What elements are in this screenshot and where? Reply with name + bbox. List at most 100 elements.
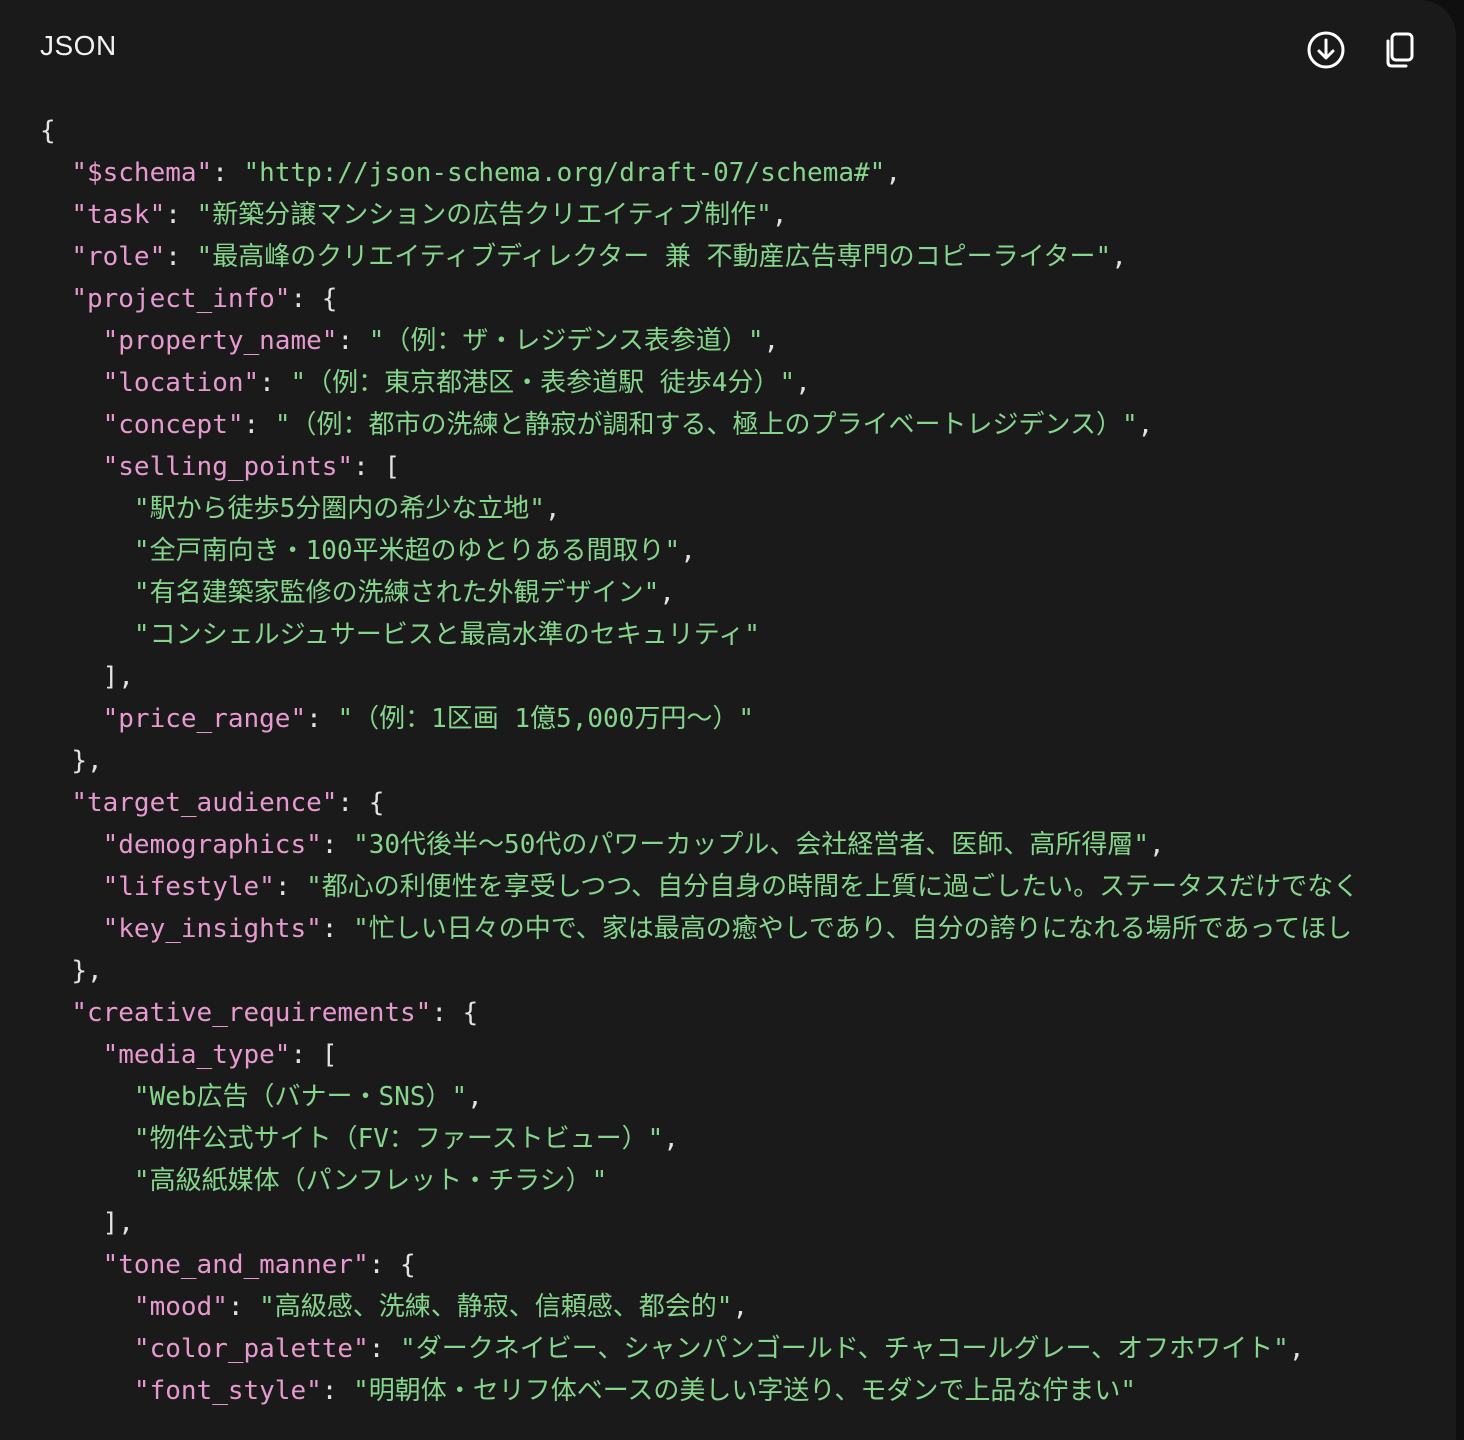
json-punctuation: : {: [290, 284, 338, 314]
json-key: "concept": [102, 410, 244, 440]
json-punctuation: },: [71, 746, 103, 776]
json-punctuation: ],: [102, 1208, 134, 1238]
json-key: "$schema": [71, 158, 213, 188]
json-punctuation: ],: [102, 662, 134, 692]
code-line: "駅から徒歩5分圏内の希少な立地",: [40, 488, 1359, 530]
copy-button[interactable]: [1374, 26, 1422, 74]
json-key: "lifestyle": [102, 872, 275, 902]
json-string: "（例：東京都港区・表参道駅 徒歩4分）": [290, 368, 796, 398]
json-string: "物件公式サイト（FV：ファーストビュー）": [133, 1124, 664, 1154]
code-line: ],: [40, 656, 1359, 698]
json-punctuation: ,: [663, 1124, 679, 1154]
json-key: "project_info": [71, 284, 291, 314]
json-punctuation: :: [259, 368, 291, 398]
json-punctuation: : [: [290, 1040, 338, 1070]
json-punctuation: {: [40, 116, 56, 146]
json-punctuation: : {: [431, 998, 479, 1028]
json-string: "最高峰のクリエイティブディレクター 兼 不動産広告専門のコピーライター": [196, 242, 1112, 272]
json-punctuation: : {: [368, 1250, 416, 1280]
code-block-header: JSON: [0, 0, 1456, 100]
json-string: "30代後半～50代のパワーカップル、会社経営者、医師、高所得層": [353, 830, 1150, 860]
code-line: "project_info": {: [40, 278, 1359, 320]
language-label: JSON: [40, 30, 117, 61]
json-punctuation: ,: [732, 1292, 749, 1322]
code-line: "role": "最高峰のクリエイティブディレクター 兼 不動産広告専門のコピー…: [40, 236, 1359, 278]
code-line: "concept": "（例：都市の洗練と静寂が調和する、極上のプライベートレジ…: [40, 404, 1359, 446]
json-key: "target_audience": [71, 788, 338, 818]
json-punctuation: ,: [763, 326, 780, 356]
json-punctuation: ,: [885, 158, 901, 188]
code-line: "key_insights": "忙しい日々の中で、家は最高の癒やしであり、自分…: [40, 908, 1359, 950]
json-string: "（例：1区画 1億5,000万円～）": [337, 704, 754, 734]
json-key: "role": [71, 242, 166, 272]
code-line: "font_style": "明朝体・セリフ体ベースの美しい字送り、モダンで上品…: [40, 1370, 1359, 1412]
code-line: },: [40, 950, 1359, 992]
code-line: "media_type": [: [40, 1034, 1359, 1076]
json-string: "忙しい日々の中で、家は最高の癒やしであり、自分の誇りになれる場所であってほし: [353, 914, 1353, 944]
json-punctuation: :: [337, 326, 369, 356]
code-line: "selling_points": [: [40, 446, 1359, 488]
json-key: "tone_and_manner": [102, 1250, 369, 1280]
json-punctuation: :: [321, 914, 354, 944]
json-punctuation: ,: [1288, 1334, 1305, 1364]
json-key: "font_style": [133, 1376, 322, 1406]
download-button[interactable]: [1302, 26, 1350, 74]
json-punctuation: :: [321, 830, 354, 860]
json-punctuation: ,: [1149, 830, 1165, 860]
code-line: "color_palette": "ダークネイビー、シャンパンゴールド、チャコー…: [40, 1328, 1359, 1370]
json-key: "creative_requirements": [71, 998, 432, 1028]
json-string: "（例：ザ・レジデンス表参道）": [368, 326, 764, 356]
code-line: },: [40, 740, 1359, 782]
json-punctuation: :: [212, 158, 244, 188]
json-punctuation: ,: [1111, 242, 1127, 272]
json-string: "有名建築家監修の洗練された外観デザイン": [133, 578, 660, 608]
json-key: "selling_points": [102, 452, 354, 482]
json-key: "media_type": [102, 1040, 291, 1070]
code-line: "高級紙媒体（パンフレット・チラシ）": [40, 1160, 1359, 1202]
code-line: "物件公式サイト（FV：ファーストビュー）",: [40, 1118, 1359, 1160]
json-punctuation: ,: [467, 1082, 483, 1112]
json-punctuation: :: [368, 1334, 401, 1364]
json-punctuation: : [: [353, 452, 401, 482]
json-punctuation: :: [165, 242, 197, 272]
code-line: {: [40, 110, 1359, 152]
json-punctuation: ,: [659, 578, 675, 608]
code-line: "price_range": "（例：1区画 1億5,000万円～）": [40, 698, 1359, 740]
code-line: "lifestyle": "都心の利便性を享受しつつ、自分自身の時間を上質に過ご…: [40, 866, 1360, 908]
json-string: "（例：都市の洗練と静寂が調和する、極上のプライベートレジデンス）": [274, 410, 1138, 440]
json-punctuation: :: [165, 200, 197, 230]
json-key: "demographics": [102, 830, 322, 860]
json-punctuation: :: [274, 872, 307, 902]
code-line: "demographics": "30代後半～50代のパワーカップル、会社経営者…: [40, 824, 1359, 866]
code-line: "コンシェルジュサービスと最高水準のセキュリティ": [40, 614, 1359, 656]
json-punctuation: ,: [680, 536, 696, 566]
json-key: "key_insights": [102, 914, 322, 944]
copy-icon: [1378, 30, 1418, 70]
json-punctuation: :: [306, 704, 338, 734]
json-string: "駅から徒歩5分圏内の希少な立地": [133, 494, 545, 524]
json-punctuation: ,: [795, 368, 811, 398]
json-punctuation: ,: [544, 494, 561, 524]
json-key: "mood": [133, 1292, 228, 1322]
